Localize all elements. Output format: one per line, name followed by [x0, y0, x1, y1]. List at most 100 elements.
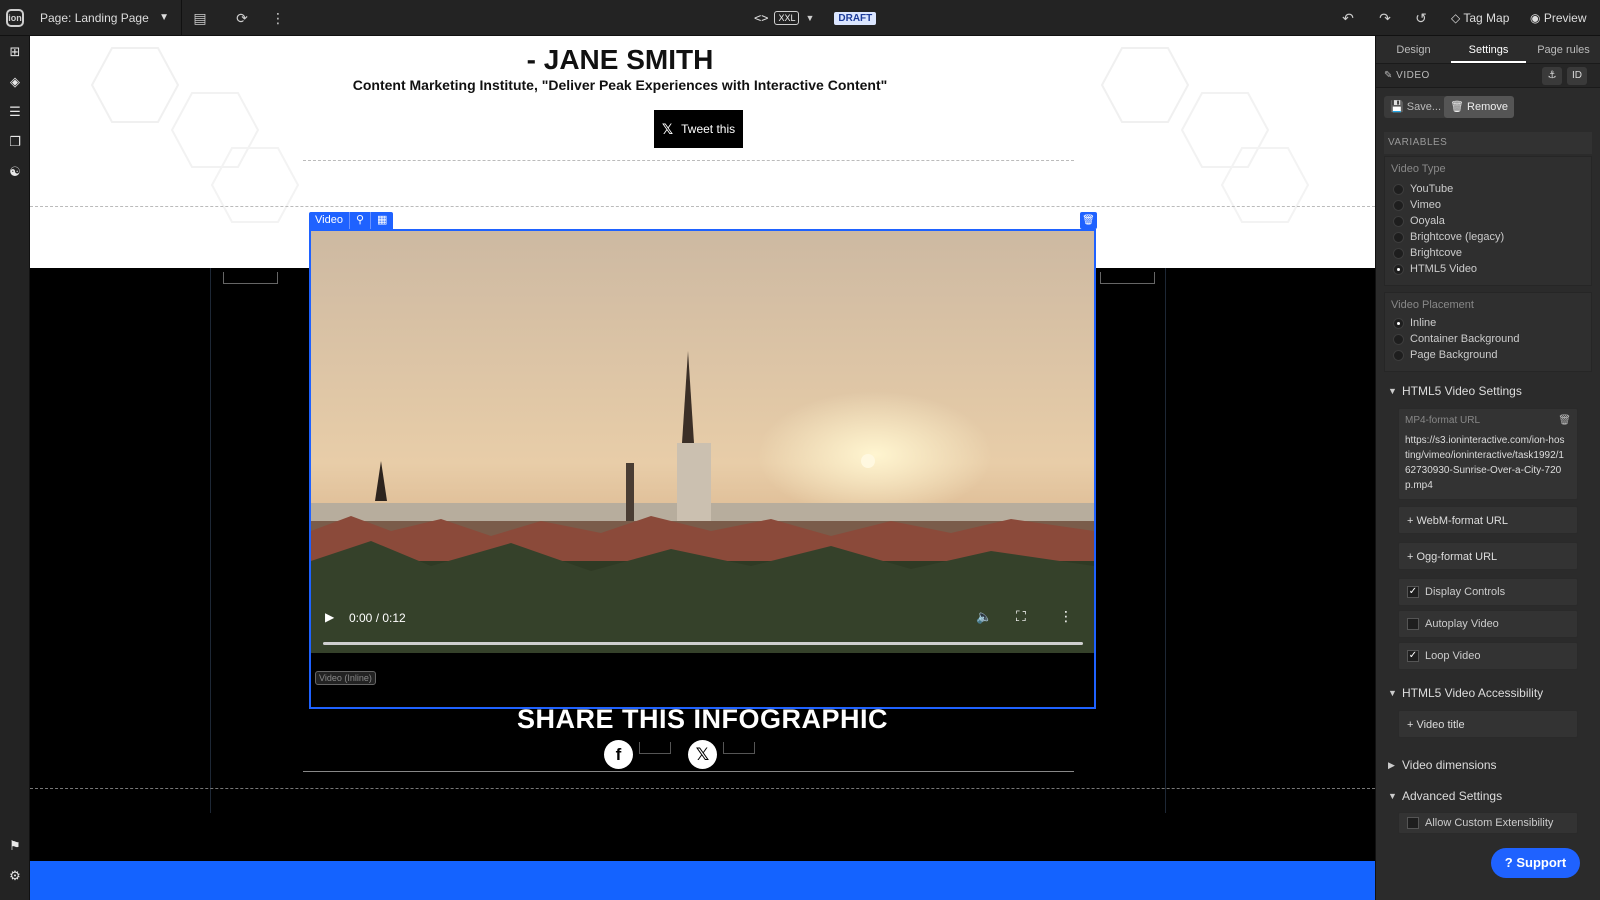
properties-panel: Design Settings Page rules ✎ VIDEO ⚓ ID …: [1375, 36, 1600, 900]
delete-video-icon[interactable]: 🗑: [1080, 212, 1097, 229]
x-share-icon[interactable]: 𝕏: [688, 740, 717, 769]
breakpoint-badge[interactable]: XXL: [774, 11, 800, 25]
radio-brightcove[interactable]: Brightcove: [1393, 247, 1462, 259]
save-label: Save...: [1406, 101, 1442, 113]
draft-badge: DRAFT: [834, 11, 877, 25]
theme-icon[interactable]: ⟳: [232, 8, 252, 28]
delete-mp4-icon[interactable]: 🗑: [1558, 415, 1571, 426]
radio-page-background[interactable]: Page Background: [1393, 349, 1497, 361]
more-vertical-icon[interactable]: ⋮: [268, 8, 288, 28]
radio-vimeo[interactable]: Vimeo: [1393, 199, 1441, 211]
display-controls-checkbox[interactable]: ✓ Display Controls: [1398, 578, 1578, 606]
undo-icon[interactable]: ↶: [1338, 8, 1358, 28]
mp4-label: MP4-format URL: [1405, 415, 1481, 426]
add-element-icon[interactable]: ⊞: [5, 42, 25, 62]
placeholder-element[interactable]: [223, 272, 278, 284]
panel-tabs: Design Settings Page rules: [1376, 36, 1600, 64]
custom-extensibility-checkbox[interactable]: Allow Custom Extensibility: [1398, 812, 1578, 834]
quote-source: Content Marketing Institute, "Deliver Pe…: [352, 77, 888, 93]
add-webm-button[interactable]: + WebM-format URL: [1398, 506, 1578, 534]
selected-element-name: VIDEO: [1396, 70, 1430, 81]
footer-section[interactable]: [30, 861, 1375, 900]
video-tag-label[interactable]: Video: [309, 212, 350, 229]
radio-brightcove-legacy[interactable]: Brightcove (legacy): [1393, 231, 1504, 243]
code-icon[interactable]: <>: [754, 11, 768, 25]
add-video-title-button[interactable]: + Video title: [1398, 710, 1578, 738]
selected-element-label: ✎ VIDEO: [1384, 70, 1430, 81]
tweet-this-button[interactable]: 𝕏 Tweet this: [654, 110, 743, 148]
video-progress-bar[interactable]: [323, 642, 1083, 645]
column-guide: [1165, 268, 1166, 813]
assets-icon[interactable]: ☯: [5, 162, 25, 182]
remove-label: Remove: [1467, 101, 1508, 113]
preview-label: Preview: [1543, 11, 1587, 25]
anchor-icon[interactable]: ⚓: [1542, 67, 1562, 85]
radio-ooyala[interactable]: Ooyala: [1393, 215, 1445, 227]
support-label: Support: [1516, 855, 1567, 870]
preview-button[interactable]: ◉ Preview: [1530, 0, 1587, 36]
support-button[interactable]: ? Support: [1491, 848, 1580, 878]
tag-map-label: Tag Map: [1463, 11, 1510, 25]
placeholder-element[interactable]: [1100, 272, 1155, 284]
loop-checkbox[interactable]: ✓ Loop Video: [1398, 642, 1578, 670]
dimensions-toggle[interactable]: ▶ Video dimensions: [1384, 752, 1592, 778]
placeholder-element[interactable]: [723, 742, 755, 754]
save-button[interactable]: 💾 Save...: [1384, 96, 1448, 118]
breakpoint-chevron-icon[interactable]: ▼: [805, 13, 814, 23]
tab-design[interactable]: Design: [1376, 36, 1451, 63]
sections-icon[interactable]: ☰: [5, 102, 25, 122]
radio-inline[interactable]: Inline: [1393, 317, 1436, 329]
remove-button[interactable]: 🗑 Remove: [1444, 96, 1514, 118]
id-button[interactable]: ID: [1567, 67, 1587, 85]
page-prefix: Page:: [40, 11, 72, 25]
volume-icon[interactable]: 🔈: [976, 609, 992, 625]
layout-toggle-icon[interactable]: ▦: [371, 212, 393, 229]
accessibility-toggle[interactable]: ▼ HTML5 Video Accessibility: [1384, 680, 1592, 706]
add-ogg-button[interactable]: + Ogg-format URL: [1398, 542, 1578, 570]
mp4-url-value[interactable]: https://s3.ioninteractive.com/ion-hostin…: [1405, 433, 1565, 493]
video-placement-box: Video Placement Inline Container Backgro…: [1384, 292, 1592, 372]
advanced-toggle[interactable]: ▼ Advanced Settings: [1384, 783, 1592, 809]
hexagon-pattern-icon: [1100, 46, 1190, 124]
eye-icon: ◉: [1530, 11, 1541, 25]
radio-html5-video[interactable]: HTML5 Video: [1393, 263, 1477, 275]
flag-icon[interactable]: ⚑: [5, 836, 25, 856]
pages-icon[interactable]: ❐: [5, 132, 25, 152]
selected-element-row: ✎ VIDEO ⚓ ID: [1376, 64, 1600, 88]
mp4-url-field[interactable]: MP4-format URL 🗑 https://s3.ioninteracti…: [1398, 408, 1578, 500]
history-icon[interactable]: ↺: [1411, 8, 1431, 28]
layout-icon[interactable]: ▤: [190, 8, 210, 28]
radio-container-background[interactable]: Container Background: [1393, 333, 1519, 345]
section-guide: [30, 206, 1375, 207]
page-canvas: - JANE SMITH Content Marketing Institute…: [30, 36, 1375, 900]
section-guide: [303, 771, 1074, 772]
radio-youtube[interactable]: YouTube: [1393, 183, 1453, 195]
panel-scroll-area[interactable]: VARIABLES Video Type YouTube Vimeo Ooyal…: [1384, 132, 1592, 900]
tag-map-button[interactable]: ◇ Tag Map: [1451, 0, 1509, 36]
left-rail: ⊞ ◈ ☰ ❐ ☯ ⚑ ⚙: [0, 36, 30, 900]
page-selector[interactable]: Page: Landing Page ▼: [32, 0, 182, 36]
column-guide: [210, 268, 211, 813]
video-inline-label: Video (Inline): [315, 671, 376, 685]
video-type-box: Video Type YouTube Vimeo Ooyala Brightco…: [1384, 156, 1592, 286]
html5-settings-toggle[interactable]: ▼ HTML5 Video Settings: [1384, 378, 1592, 404]
placeholder-element[interactable]: [639, 742, 671, 754]
redo-icon[interactable]: ↷: [1375, 8, 1395, 28]
facebook-icon[interactable]: f: [604, 740, 633, 769]
app-logo-icon[interactable]: ion: [6, 9, 24, 27]
section-guide: [30, 788, 1375, 789]
video-player[interactable]: ▶ 0:00 / 0:12 🔈 ⛶ ⋮ Video (Inline): [309, 229, 1096, 709]
autoplay-checkbox[interactable]: Autoplay Video: [1398, 610, 1578, 638]
placement-title: Video Placement: [1391, 299, 1474, 311]
tab-settings[interactable]: Settings: [1451, 36, 1526, 63]
pin-icon[interactable]: ⚲: [350, 212, 371, 229]
tab-page-rules[interactable]: Page rules: [1526, 36, 1600, 63]
video-element-tag[interactable]: Video ⚲ ▦: [309, 212, 394, 229]
settings-gear-icon[interactable]: ⚙: [5, 866, 25, 886]
play-icon[interactable]: ▶: [325, 610, 334, 624]
video-more-icon[interactable]: ⋮: [1059, 608, 1073, 625]
hexagon-pattern-icon: [90, 46, 180, 124]
page-name: Landing Page: [74, 11, 149, 25]
layers-icon[interactable]: ◈: [5, 72, 25, 92]
fullscreen-icon[interactable]: ⛶: [1016, 608, 1026, 625]
